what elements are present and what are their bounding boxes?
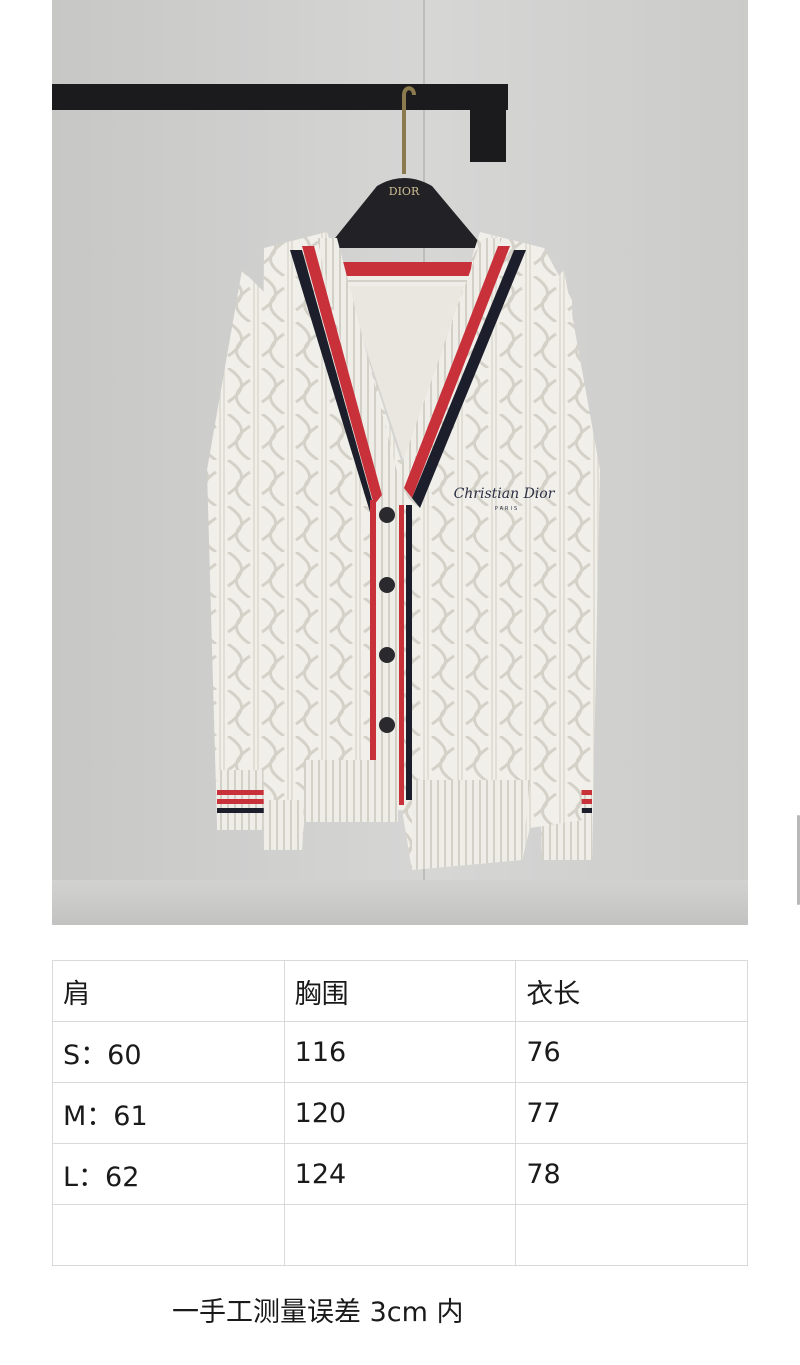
table-cell [515,1204,748,1266]
table-cell: 124 [283,1143,517,1205]
header-cell-shoulder: 肩 [52,960,285,1022]
header-cell-length: 衣长 [515,960,748,1022]
hanger-brand-text: DIOR [389,185,420,198]
table-header-row: 肩 胸围 衣长 [52,960,748,1022]
table-cell: 77 [515,1082,748,1144]
table-row-empty [52,1204,748,1266]
table-cell [283,1204,517,1266]
product-photo: DIOR Christian Dior PARIS [52,0,748,925]
table-cell: M：61 [52,1082,285,1144]
table-row: L：62 124 78 [52,1143,748,1205]
embroidery-subtext: PARIS [495,506,519,512]
header-cell-chest: 胸围 [283,960,517,1022]
table-row: S：60 116 76 [52,1021,748,1083]
table-cell: L：62 [52,1143,285,1205]
table-cell: S：60 [52,1021,285,1083]
table-cell: 116 [283,1021,517,1083]
table-row: M：61 120 77 [52,1082,748,1144]
size-table: 肩 胸围 衣长 S：60 116 76 M：61 120 77 L：62 124… [52,960,748,1266]
table-cell: 120 [283,1082,517,1144]
embroidery-text: Christian Dior [454,486,556,502]
table-cell: 78 [515,1143,748,1205]
measurement-note: 一手工测量误差 3cm 内 [172,1297,464,1328]
table-cell: 76 [515,1021,748,1083]
table-cell [52,1204,285,1266]
